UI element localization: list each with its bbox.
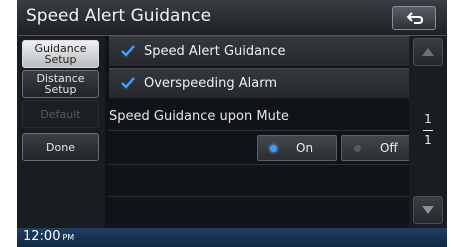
scrollbar: 1 1 — [409, 36, 447, 228]
radio-selected-icon — [270, 145, 277, 152]
status-bar: 12:00 PM — [17, 228, 447, 247]
done-button[interactable]: Done — [22, 133, 99, 161]
divider — [109, 130, 409, 131]
default-label: Default — [40, 107, 81, 121]
mute-on-button[interactable]: On — [257, 135, 337, 161]
page-title: Speed Alert Guidance — [26, 6, 212, 26]
speed-alert-guidance-row[interactable]: Speed Alert Guidance — [109, 36, 409, 66]
title-bar: Speed Alert Guidance — [17, 0, 447, 36]
total-pages: 1 — [424, 133, 432, 147]
distance-setup-button[interactable]: Distance Setup — [22, 70, 99, 98]
guidance-setup-button[interactable]: Guidance Setup — [22, 40, 99, 68]
checkmark-icon — [121, 77, 135, 89]
mute-on-label: On — [296, 141, 314, 155]
distance-setup-label-2: Setup — [44, 83, 77, 96]
back-button[interactable] — [392, 6, 436, 30]
triangle-down-icon — [422, 206, 434, 214]
speed-alert-guidance-label: Speed Alert Guidance — [144, 44, 286, 59]
triangle-up-icon — [422, 48, 434, 56]
overspeeding-alarm-label: Overspeeding Alarm — [144, 76, 278, 91]
screen: Speed Alert Guidance Guidance Setup Dista… — [17, 0, 447, 247]
clock: 12:00 PM — [23, 229, 74, 244]
clock-time: 12:00 — [23, 229, 61, 244]
default-button[interactable]: Default — [22, 100, 99, 128]
clock-ampm: PM — [62, 233, 75, 242]
mute-off-label: Off — [380, 141, 398, 155]
current-page: 1 — [424, 112, 432, 126]
back-arrow-icon — [406, 12, 424, 24]
done-label: Done — [46, 140, 75, 154]
mute-guidance-label: Speed Guidance upon Mute — [109, 109, 289, 124]
divider — [109, 164, 409, 165]
page-separator — [423, 130, 433, 131]
sidebar: Guidance Setup Distance Setup Default Done — [17, 36, 105, 228]
checkmark-icon — [121, 45, 135, 57]
guidance-setup-label-2: Setup — [44, 53, 77, 66]
settings-list: Speed Alert Guidance Overspeeding Alarm … — [105, 36, 424, 228]
overspeeding-alarm-row[interactable]: Overspeeding Alarm — [109, 68, 409, 98]
scroll-up-button[interactable] — [413, 38, 443, 66]
divider — [109, 196, 409, 197]
radio-unselected-icon — [354, 145, 361, 152]
scroll-down-button[interactable] — [413, 196, 443, 224]
